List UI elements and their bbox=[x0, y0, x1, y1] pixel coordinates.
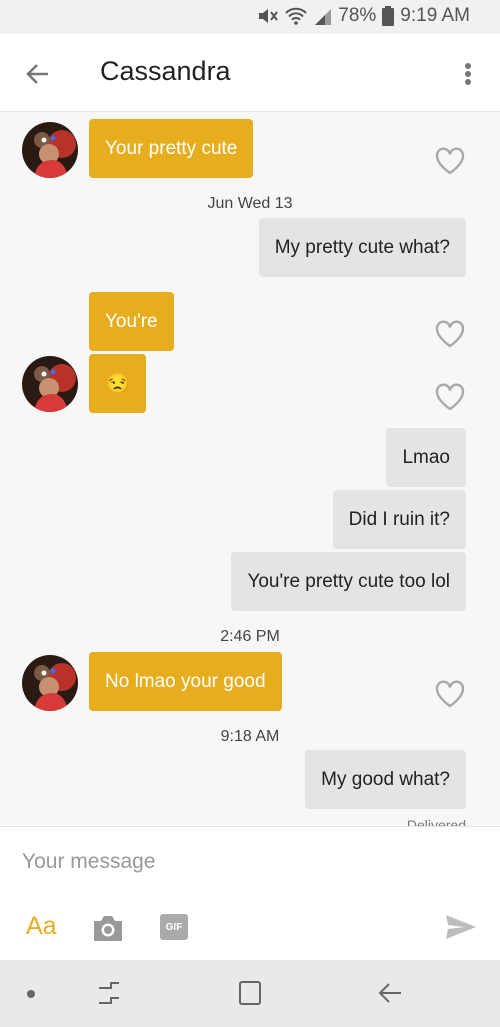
timestamp: 9:18 AM bbox=[220, 728, 280, 745]
message-bubble-outgoing[interactable]: You're pretty cute too lol bbox=[231, 552, 466, 611]
conversation-title: Cassandra bbox=[100, 56, 231, 86]
app-bar: Cassandra bbox=[0, 34, 500, 112]
heart-icon[interactable] bbox=[434, 146, 466, 176]
back-button[interactable] bbox=[20, 56, 56, 92]
delivery-status: Delivered bbox=[406, 817, 466, 826]
screen: 78% 9:19 AM Cassandra Your pretty cute J… bbox=[0, 0, 500, 1027]
message-bubble-outgoing[interactable]: My pretty cute what? bbox=[258, 218, 466, 277]
recents-icon bbox=[99, 982, 119, 1004]
dot-icon[interactable] bbox=[27, 990, 35, 998]
system-nav-bar bbox=[0, 960, 500, 1027]
avatar[interactable] bbox=[22, 655, 78, 711]
gif-button[interactable]: GIF bbox=[160, 914, 188, 940]
wifi-icon bbox=[284, 6, 308, 26]
message-bubble-incoming[interactable]: 😒 bbox=[89, 354, 146, 413]
camera-icon bbox=[94, 916, 122, 941]
timestamp: Jun Wed 13 bbox=[207, 195, 293, 212]
mute-icon bbox=[256, 6, 279, 26]
avatar[interactable] bbox=[22, 356, 78, 412]
battery-icon bbox=[382, 6, 395, 26]
home-button[interactable] bbox=[237, 978, 263, 1008]
timestamp: 2:46 PM bbox=[220, 628, 280, 645]
more-options-button[interactable] bbox=[456, 56, 480, 92]
back-icon bbox=[378, 983, 401, 1003]
message-bubble-incoming[interactable]: No lmao your good bbox=[89, 652, 282, 711]
nav-back-button[interactable] bbox=[375, 978, 405, 1008]
clock: 9:19 AM bbox=[400, 5, 470, 26]
message-bubble-outgoing[interactable]: Did I ruin it? bbox=[332, 490, 466, 549]
battery-percent: 78% bbox=[338, 5, 377, 26]
signal-icon bbox=[314, 6, 332, 26]
message-bubble-outgoing[interactable]: My good what? bbox=[305, 750, 466, 809]
heart-icon[interactable] bbox=[434, 382, 466, 412]
home-icon bbox=[239, 981, 261, 1005]
more-vert-icon bbox=[465, 63, 471, 85]
camera-button[interactable] bbox=[92, 913, 124, 943]
status-bar: 78% 9:19 AM bbox=[0, 0, 500, 34]
composer: Aa GIF bbox=[0, 826, 500, 960]
message-bubble-outgoing[interactable]: Lmao bbox=[386, 428, 466, 487]
avatar[interactable] bbox=[22, 122, 78, 178]
heart-icon[interactable] bbox=[434, 319, 466, 349]
arrow-back-icon bbox=[26, 64, 48, 84]
heart-icon[interactable] bbox=[434, 679, 466, 709]
send-button[interactable] bbox=[444, 912, 478, 942]
message-input[interactable] bbox=[22, 847, 462, 877]
message-bubble-incoming[interactable]: You're bbox=[89, 292, 174, 351]
message-bubble-incoming[interactable]: Your pretty cute bbox=[89, 119, 254, 178]
recents-button[interactable] bbox=[95, 978, 123, 1008]
send-icon bbox=[446, 915, 476, 939]
text-format-button[interactable]: Aa bbox=[26, 912, 57, 941]
message-list[interactable]: Your pretty cute Jun Wed 13 My pretty cu… bbox=[0, 112, 500, 826]
